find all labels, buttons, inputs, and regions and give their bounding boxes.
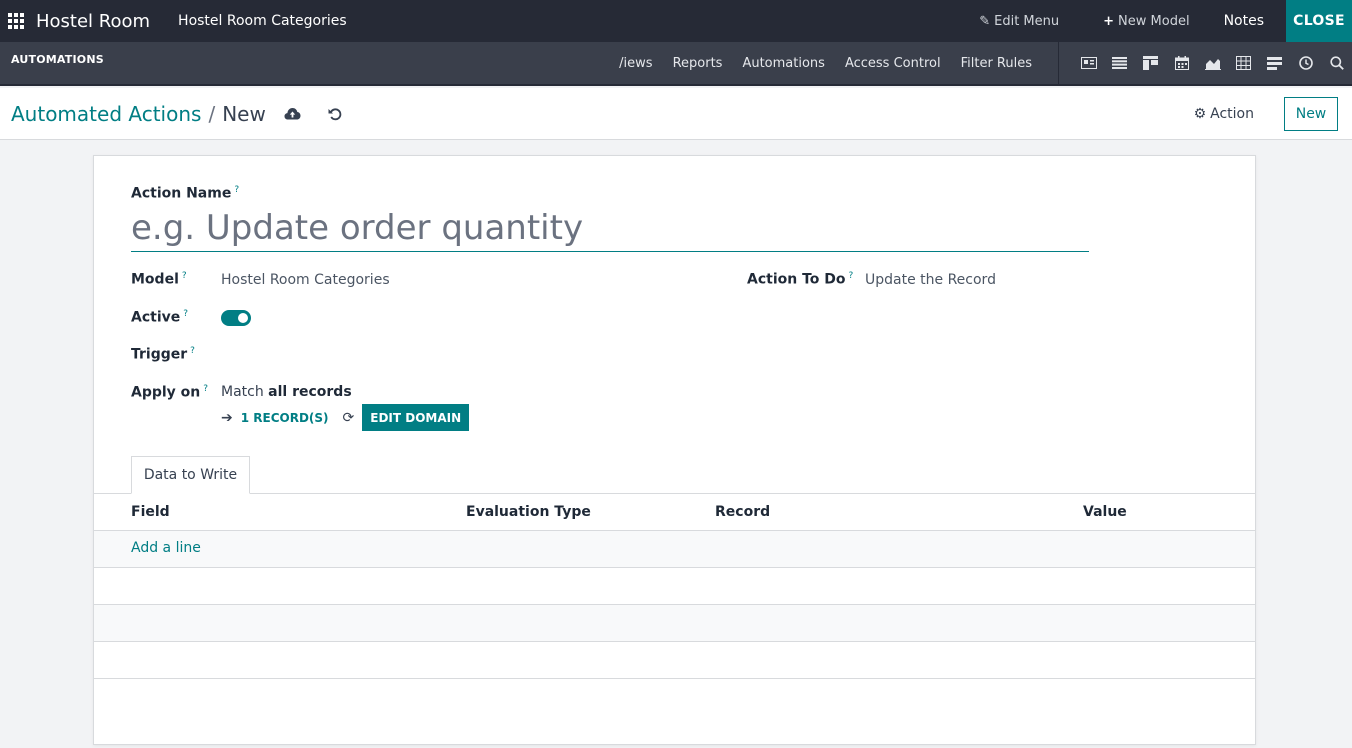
top-navbar: Hostel Room Hostel Room Categories ✎ Edi… [0,0,1352,42]
discard-undo-icon[interactable] [324,103,346,125]
menu-item-filter-rules[interactable]: Filter Rules [951,56,1042,71]
form-view-icon[interactable] [1073,41,1104,85]
new-button[interactable]: New [1284,96,1338,131]
clock-view-icon[interactable] [1290,41,1321,85]
records-count-link[interactable]: 1 RECORD(S) [241,411,329,425]
trigger-label: Trigger? [131,346,195,363]
column-evaluation-type[interactable]: Evaluation Type [466,504,591,520]
list-view-icon[interactable] [1104,41,1135,85]
apply-on-label: Apply on? [131,384,209,401]
apply-on-domain-text: Match all records [221,384,352,400]
kanban-view-icon[interactable] [1135,41,1166,85]
model-label: Model? [131,271,187,288]
studio-menu-bar: AUTOMATIONS /iews Reports Automations Ac… [0,41,1352,86]
control-panel: Automated Actions / New ⚙ Action New [0,88,1352,140]
help-tooltip-icon[interactable]: ? [203,384,208,394]
breadcrumb-automated-actions[interactable]: Automated Actions [11,102,201,126]
close-button[interactable]: CLOSE [1286,0,1352,42]
edit-menu-label: Edit Menu [994,13,1060,29]
column-record[interactable]: Record [715,504,770,520]
menu-item-automations[interactable]: Automations [732,56,835,71]
breadcrumb-current: New [222,101,266,126]
new-model-button[interactable]: + New Model [1081,0,1211,42]
pencil-icon: ✎ [979,13,991,29]
table-header: Field Evaluation Type Record Value [94,494,1255,531]
arrow-right-icon: ➔ [221,409,233,426]
menu-item-access-control[interactable]: Access Control [835,56,951,71]
table-row: Add a line [94,531,1255,568]
menu-item-views[interactable]: /iews [619,56,662,71]
data-to-write-table: Field Evaluation Type Record Value Add a… [94,494,1255,679]
notes-button[interactable]: Notes [1212,0,1286,42]
column-value[interactable]: Value [1083,504,1127,520]
menu-item-reports[interactable]: Reports [663,56,733,71]
action-menu-button[interactable]: ⚙ Action [1194,106,1254,122]
search-icon[interactable] [1321,41,1352,85]
column-field[interactable]: Field [131,504,170,520]
cloud-upload-icon[interactable] [282,103,304,125]
help-tooltip-icon[interactable]: ? [234,185,239,195]
tab-data-to-write[interactable]: Data to Write [131,456,250,494]
form-sheet: Action Name? Model? Hostel Room Categori… [93,155,1256,745]
active-toggle[interactable] [221,310,251,326]
action-name-label: Action Name? [131,185,240,202]
new-model-label: New Model [1118,13,1190,29]
breadcrumb-separator: / [208,101,216,126]
plus-icon: + [1103,13,1115,29]
graph-view-icon[interactable] [1197,41,1228,85]
help-tooltip-icon[interactable]: ? [849,271,854,281]
action-to-do-label: Action To Do? [747,271,854,288]
refresh-icon[interactable]: ⟳ [343,410,355,426]
edit-menu-button[interactable]: ✎ Edit Menu [957,0,1081,42]
help-tooltip-icon[interactable]: ? [183,309,188,319]
automations-title: AUTOMATIONS [11,52,104,66]
edit-domain-button[interactable]: EDIT DOMAIN [362,404,470,431]
add-a-line-link[interactable]: Add a line [131,540,201,556]
model-field[interactable]: Hostel Room Categories [221,272,390,288]
calendar-view-icon[interactable] [1166,41,1197,85]
table-row [94,568,1255,605]
action-label: Action [1210,105,1254,122]
model-title[interactable]: Hostel Room Categories [178,13,347,29]
activity-view-icon[interactable] [1259,41,1290,85]
pivot-view-icon[interactable] [1228,41,1259,85]
domain-records-row: ➔ 1 RECORD(S) ⟳ EDIT DOMAIN [221,404,470,431]
action-to-do-field[interactable]: Update the Record [865,272,996,288]
breadcrumb: Automated Actions / New [11,102,266,126]
app-title[interactable]: Hostel Room [36,11,150,32]
gear-icon: ⚙ [1193,105,1207,122]
help-tooltip-icon[interactable]: ? [190,346,195,356]
action-name-input[interactable] [131,204,1089,252]
table-row [94,605,1255,642]
apps-menu-icon[interactable] [2,0,30,42]
table-row [94,642,1255,679]
active-label: Active? [131,309,189,326]
help-tooltip-icon[interactable]: ? [182,271,187,281]
